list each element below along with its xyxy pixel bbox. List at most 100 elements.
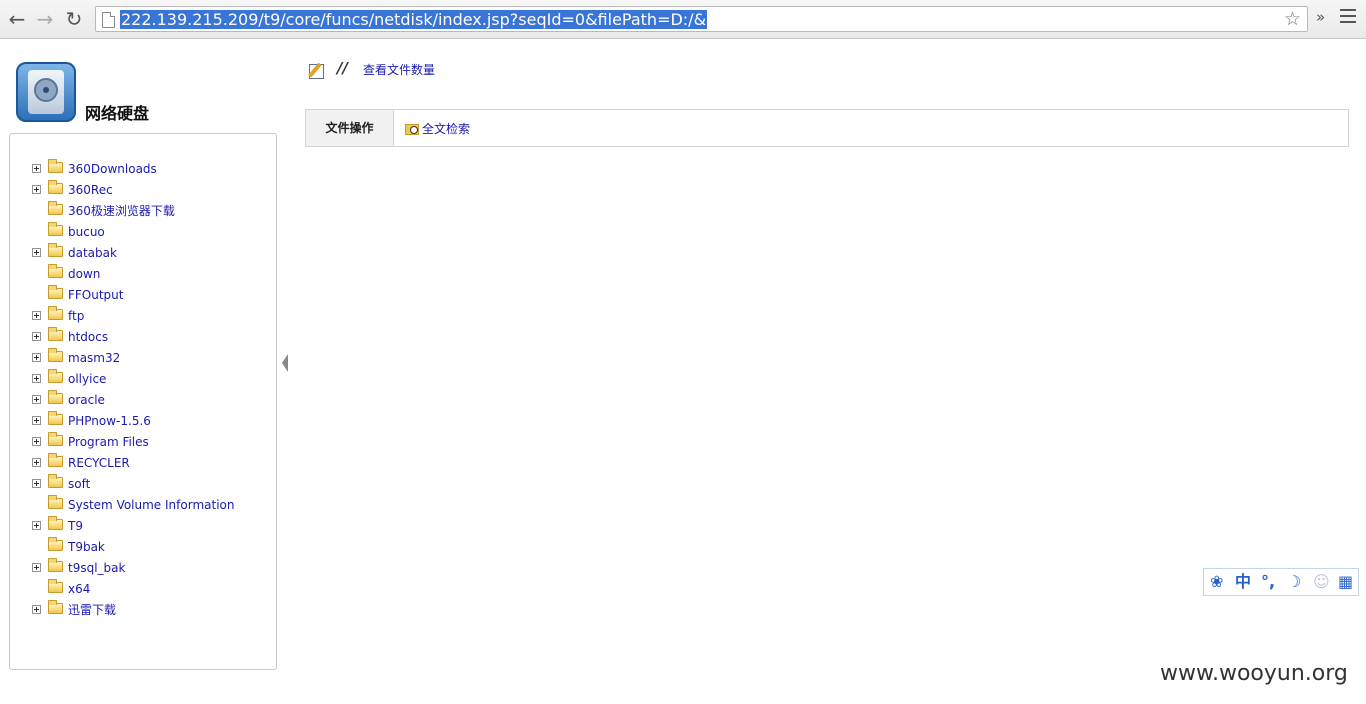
folder-icon <box>48 558 63 572</box>
tree-item[interactable]: masm32 <box>32 348 262 369</box>
folder-label[interactable]: t9sql_bak <box>68 560 125 576</box>
folder-icon <box>48 390 63 404</box>
folder-label[interactable]: x64 <box>68 581 90 597</box>
folder-icon <box>48 264 63 278</box>
ime-grid-icon[interactable]: ▦ <box>1338 572 1353 592</box>
folder-label[interactable]: FFOutput <box>68 287 124 303</box>
folder-icon <box>48 159 63 173</box>
tree-item[interactable]: ftp <box>32 306 262 327</box>
tree-item[interactable]: htdocs <box>32 327 262 348</box>
folder-icon <box>48 222 63 236</box>
file-operations-label: 文件操作 <box>306 110 394 146</box>
expand-plus-icon[interactable] <box>32 563 41 572</box>
folder-label[interactable]: Program Files <box>68 434 149 450</box>
browser-toolbar: ← → ↻ 222.139.215.209/t9/core/funcs/netd… <box>0 0 1366 39</box>
tree-item[interactable]: 360Rec <box>32 180 262 201</box>
folder-label[interactable]: 迅雷下载 <box>68 602 116 618</box>
folder-label[interactable]: T9 <box>68 518 83 534</box>
folder-label[interactable]: down <box>68 266 100 282</box>
ime-punctuation-icon[interactable]: °, <box>1261 572 1275 592</box>
tree-item[interactable]: T9bak <box>32 537 262 558</box>
page-icon <box>102 12 115 28</box>
tree-item[interactable]: T9 <box>32 516 262 537</box>
url-text[interactable]: 222.139.215.209/t9/core/funcs/netdisk/in… <box>120 10 708 29</box>
expand-plus-icon[interactable] <box>32 479 41 488</box>
folder-icon <box>48 180 63 194</box>
folder-label[interactable]: RECYCLER <box>68 455 130 471</box>
folder-icon <box>48 516 63 530</box>
expand-plus-icon[interactable] <box>32 458 41 467</box>
expand-plus-icon[interactable] <box>32 332 41 341</box>
netdisk-logo-icon <box>16 62 76 122</box>
folder-label[interactable]: 360Downloads <box>68 161 157 177</box>
tree-item[interactable]: ollyice <box>32 369 262 390</box>
tree-item[interactable]: x64 <box>32 579 262 600</box>
tree-item[interactable]: 360Downloads <box>32 159 262 180</box>
extensions-overflow-icon[interactable]: » <box>1316 8 1325 26</box>
folder-icon <box>48 537 63 551</box>
folder-label[interactable]: htdocs <box>68 329 108 345</box>
folder-label[interactable]: 360极速浏览器下载 <box>68 203 175 219</box>
folder-icon <box>48 348 63 362</box>
tree-item[interactable]: 迅雷下载 <box>32 600 262 621</box>
expand-plus-icon[interactable] <box>32 311 41 320</box>
tree-item[interactable]: soft <box>32 474 262 495</box>
bookmark-star-icon[interactable]: ☆ <box>1284 8 1301 30</box>
folder-label[interactable]: ftp <box>68 308 84 324</box>
tree-item[interactable]: oracle <box>32 390 262 411</box>
expand-plus-icon[interactable] <box>32 248 41 257</box>
ime-chinese-mode[interactable]: 中 <box>1235 572 1251 592</box>
fulltext-search-link[interactable]: 全文检索 <box>422 120 470 137</box>
expand-plus-icon[interactable] <box>32 164 41 173</box>
tree-item[interactable]: RECYCLER <box>32 453 262 474</box>
tree-item[interactable]: System Volume Information <box>32 495 262 516</box>
expand-plus-icon[interactable] <box>32 374 41 383</box>
folder-label[interactable]: System Volume Information <box>68 497 234 513</box>
folder-icon <box>48 600 63 614</box>
folder-label[interactable]: oracle <box>68 392 105 408</box>
view-file-count-link[interactable]: 查看文件数量 <box>363 61 435 78</box>
expand-plus-icon[interactable] <box>32 605 41 614</box>
folder-label[interactable]: PHPnow-1.5.6 <box>68 413 151 429</box>
tree-item[interactable]: bucuo <box>32 222 262 243</box>
watermark: www.wooyun.org <box>1160 661 1348 686</box>
folder-tree-panel: 360Downloads 360Rec 360极速浏览器下载 bucuo databak… <box>9 133 277 670</box>
chrome-menu-icon[interactable] <box>1340 9 1356 27</box>
folder-icon <box>48 432 63 446</box>
ime-toolbar: ❀ 中 °, ☽ ☺ ▦ <box>1203 568 1359 596</box>
tree-item[interactable]: PHPnow-1.5.6 <box>32 411 262 432</box>
expand-plus-icon[interactable] <box>32 353 41 362</box>
tree-item[interactable]: 360极速浏览器下载 <box>32 201 262 222</box>
ime-user-icon[interactable]: ☺ <box>1313 572 1330 592</box>
back-arrow-icon[interactable]: ← <box>5 6 29 32</box>
tree-item[interactable]: databak <box>32 243 262 264</box>
folder-search-icon[interactable] <box>405 124 419 135</box>
forward-arrow-icon[interactable]: → <box>33 6 57 32</box>
expand-plus-icon[interactable] <box>32 437 41 446</box>
address-bar[interactable]: 222.139.215.209/t9/core/funcs/netdisk/in… <box>95 6 1308 32</box>
folder-label[interactable]: masm32 <box>68 350 120 366</box>
collapse-sidebar-icon[interactable] <box>282 354 288 372</box>
expand-plus-icon[interactable] <box>32 521 41 530</box>
folder-label[interactable]: 360Rec <box>68 182 113 198</box>
folder-label[interactable]: soft <box>68 476 90 492</box>
folder-icon <box>48 327 63 341</box>
expand-plus-icon[interactable] <box>32 395 41 404</box>
tree-item[interactable]: t9sql_bak <box>32 558 262 579</box>
folder-label[interactable]: databak <box>68 245 117 261</box>
ime-paw-icon[interactable]: ❀ <box>1210 572 1223 592</box>
folder-icon <box>48 411 63 425</box>
tree-item[interactable]: FFOutput <box>32 285 262 306</box>
expand-plus-icon[interactable] <box>32 185 41 194</box>
folder-icon <box>48 285 63 299</box>
reload-icon[interactable]: ↻ <box>62 6 86 32</box>
tree-item[interactable]: down <box>32 264 262 285</box>
folder-label[interactable]: bucuo <box>68 224 105 240</box>
ime-moon-icon[interactable]: ☽ <box>1287 572 1301 592</box>
folder-label[interactable]: ollyice <box>68 371 106 387</box>
expand-plus-icon[interactable] <box>32 416 41 425</box>
file-operations-bar: 文件操作 全文检索 <box>305 109 1349 147</box>
folder-icon <box>48 495 63 509</box>
folder-label[interactable]: T9bak <box>68 539 105 555</box>
tree-item[interactable]: Program Files <box>32 432 262 453</box>
